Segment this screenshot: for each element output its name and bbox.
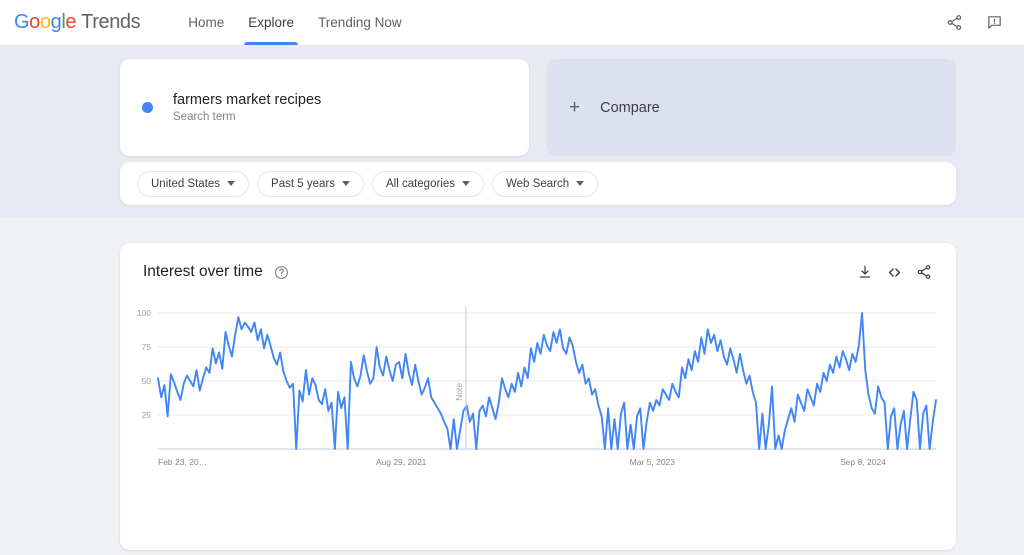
- search-term-subtitle: Search term: [173, 111, 236, 123]
- chart-card-actions: [857, 264, 932, 281]
- download-icon[interactable]: [857, 264, 873, 280]
- filter-location-value: United States: [151, 177, 221, 190]
- share-icon[interactable]: [938, 7, 970, 39]
- filters-bar: United States Past 5 years All categorie…: [120, 162, 956, 205]
- search-term-name: farmers market recipes: [173, 92, 322, 108]
- filter-category-value: All categories: [385, 177, 456, 190]
- logo-letter-g2: g: [50, 11, 62, 33]
- chart-card-header: Interest over time: [120, 243, 956, 301]
- chevron-down-icon: [227, 181, 236, 186]
- x-axis-tick-label: Mar 5, 2023: [630, 457, 676, 467]
- help-circle-icon[interactable]: [274, 265, 289, 280]
- top-navigation-bar: G o o g l e Trends Home Explore Trending…: [0, 0, 1024, 45]
- feedback-icon[interactable]: [978, 7, 1010, 39]
- filter-time-range-value: Past 5 years: [271, 177, 335, 190]
- embed-code-icon[interactable]: [886, 264, 903, 281]
- x-axis-tick-label: Sep 8, 2024: [840, 457, 886, 467]
- chevron-down-icon: [462, 181, 471, 186]
- primary-nav: Home Explore Trending Now: [176, 0, 413, 45]
- note-marker-label: Note: [454, 383, 464, 401]
- nav-item-home[interactable]: Home: [176, 0, 236, 45]
- series-color-dot: [142, 102, 153, 113]
- logo-letter-o2: o: [39, 11, 51, 33]
- chevron-down-icon: [341, 181, 350, 186]
- logo-product-name: Trends: [81, 11, 141, 33]
- search-term-text: farmers market recipes Search term: [173, 92, 321, 123]
- logo-letter-e1: e: [65, 11, 77, 33]
- nav-item-trending-now[interactable]: Trending Now: [306, 0, 414, 45]
- x-axis-tick-label: Feb 23, 20…: [158, 457, 207, 467]
- y-axis-tick-label: 50: [142, 376, 152, 386]
- chevron-down-icon: [576, 181, 585, 186]
- filter-time-range[interactable]: Past 5 years: [257, 170, 364, 197]
- trends-line-chart: 25 50 75 100 Note Feb 23, 20… Aug 29, 2021 Mar …: [137, 307, 937, 467]
- page-title: Interest over time: [143, 263, 263, 280]
- google-trends-logo[interactable]: G o o g l e Trends: [14, 11, 141, 34]
- y-axis-tick-label: 100: [137, 308, 151, 318]
- x-axis-tick-label: Aug 29, 2021: [376, 457, 427, 467]
- search-term-card[interactable]: farmers market recipes Search term: [120, 59, 529, 156]
- share-icon[interactable]: [916, 264, 932, 280]
- filter-search-type[interactable]: Web Search: [492, 170, 599, 197]
- trends-explore-page: G o o g l e Trends Home Explore Trending…: [0, 0, 1024, 555]
- compare-button[interactable]: + Compare: [547, 59, 956, 156]
- plus-icon: +: [569, 97, 581, 118]
- top-bar-actions: [938, 7, 1010, 39]
- filter-category[interactable]: All categories: [371, 170, 485, 197]
- logo-letter-o1: o: [29, 11, 40, 33]
- logo-letter-g1: G: [14, 11, 30, 33]
- compare-label: Compare: [600, 99, 660, 116]
- nav-item-explore[interactable]: Explore: [236, 0, 306, 45]
- y-axis-tick-label: 25: [142, 410, 152, 420]
- filter-location[interactable]: United States: [137, 170, 250, 197]
- filter-search-type-value: Web Search: [506, 177, 570, 190]
- interest-over-time-card: Interest over time 25 50 75 100 Note Feb…: [120, 243, 956, 550]
- interest-over-time-plot[interactable]: 25 50 75 100 Note Feb 23, 20… Aug 29, 2021 Mar …: [120, 301, 956, 491]
- search-terms-row: farmers market recipes Search term + Com…: [120, 59, 956, 156]
- y-axis-tick-label: 75: [142, 342, 152, 352]
